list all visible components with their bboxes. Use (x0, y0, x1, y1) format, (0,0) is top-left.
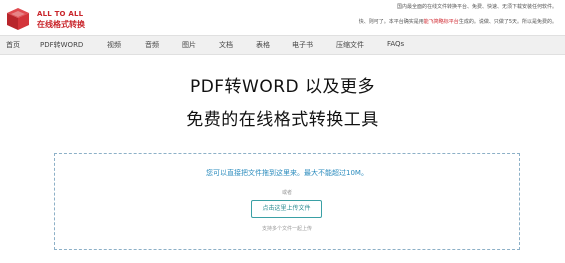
multi-upload-note: 支持多个文件一起上传 (261, 226, 312, 232)
nav-item-ebook[interactable]: 电子书 (292, 40, 313, 50)
notice-line-2-end: 生成的。说做、只做了5天。所以是免费的。 (458, 19, 557, 25)
hero-title: PDF转WORD 以及更多 (189, 77, 376, 97)
notice-highlight: 能飞简略标平台 (423, 19, 459, 25)
or-label: 或者 (281, 190, 292, 196)
header: ALL TO ALL 在线格式转换 国内最全面的在线文件转换平台、免费、快速、无… (0, 0, 565, 34)
nav-item-sheet[interactable]: 表格 (256, 40, 270, 50)
cube-logo-icon[interactable] (5, 6, 31, 32)
file-drop-zone[interactable]: 您可以直接把文件拖到这里来。最大不能超过10M。 或者 点击这里上传文件 支持多… (54, 153, 520, 250)
nav-item-document[interactable]: 文档 (219, 40, 233, 50)
notice-line-1: 国内最全面的在线文件转换平台、免费、快速、无须下载安装任何软件。 (396, 4, 557, 10)
hero-subtitle: 免费的在线格式转换工具 (186, 110, 379, 130)
nav-item-faqs[interactable]: FAQs (387, 40, 404, 48)
brand-title[interactable]: ALL TO ALL (37, 10, 83, 18)
nav-item-video[interactable]: 视频 (107, 40, 121, 50)
notice-line-2-start: 快、则可了。本平台确实是用 (358, 19, 424, 25)
main-nav: 首页 PDF转WORD 视频 音频 图片 文档 表格 电子书 压缩文件 FAQs (0, 35, 565, 55)
nav-item-audio[interactable]: 音频 (145, 40, 159, 50)
nav-item-archive[interactable]: 压缩文件 (336, 40, 364, 50)
notice-line-2: 快、则可了。本平台确实是用能飞简略标平台生成的。说做、只做了5天。所以是免费的。 (359, 19, 557, 25)
drop-hint: 您可以直接把文件拖到这里来。最大不能超过10M。 (206, 169, 368, 177)
nav-item-home[interactable]: 首页 (6, 40, 20, 50)
nav-item-image[interactable]: 图片 (182, 40, 196, 50)
nav-item-pdf-word[interactable]: PDF转WORD (40, 40, 83, 50)
upload-button[interactable]: 点击这里上传文件 (251, 200, 322, 218)
brand-subtitle[interactable]: 在线格式转换 (37, 19, 85, 30)
